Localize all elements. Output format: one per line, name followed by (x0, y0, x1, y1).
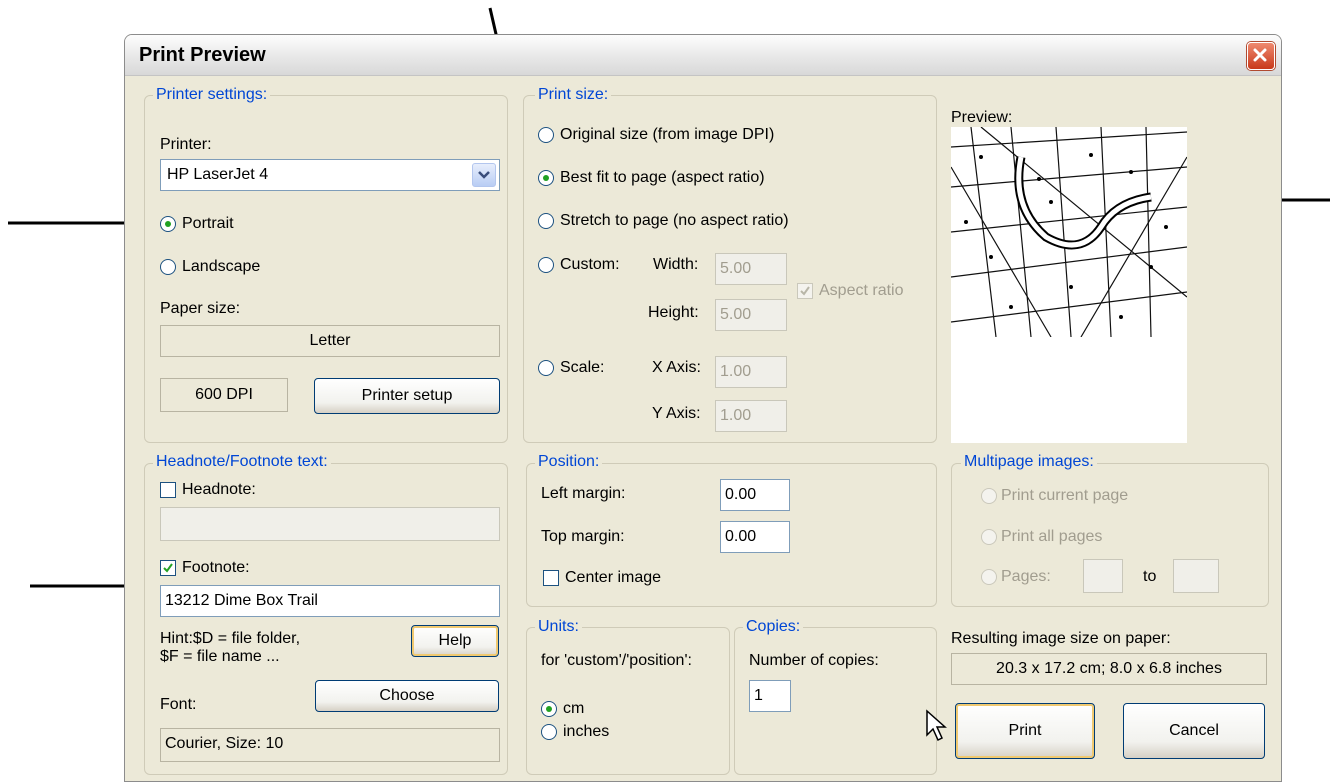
print-preview-dialog: Print Preview Printer settings: Printer:… (124, 34, 1282, 782)
stretch-label: Stretch to page (no aspect ratio) (560, 212, 789, 229)
x-axis-label: X Axis: (652, 359, 701, 376)
map-thumbnail (950, 126, 1188, 338)
printer-dropdown-value: HP LaserJet 4 (167, 166, 269, 183)
preview-image (950, 126, 1188, 443)
footnote-label: Footnote: (182, 559, 250, 576)
multipage-legend: Multipage images: (961, 453, 1097, 471)
print-all-pages-label: Print all pages (1001, 528, 1103, 545)
headnote-checkbox[interactable] (160, 482, 176, 498)
choose-font-button[interactable]: Choose (315, 680, 499, 712)
result-label: Resulting image size on paper: (951, 630, 1171, 647)
width-input[interactable]: 5.00 (715, 253, 787, 285)
close-icon (1253, 48, 1267, 62)
to-label: to (1143, 568, 1157, 585)
printer-dropdown[interactable]: HP LaserJet 4 (160, 159, 500, 191)
printer-label: Printer: (160, 136, 212, 153)
font-value: Courier, Size: 10 (160, 728, 500, 762)
aspect-ratio-checkbox[interactable] (797, 283, 813, 299)
hint-line-1: Hint:$D = file folder, (160, 630, 301, 647)
height-input[interactable]: 5.00 (715, 299, 787, 331)
help-button[interactable]: Help (411, 625, 499, 657)
cm-label: cm (563, 700, 585, 717)
position-legend: Position: (535, 453, 603, 471)
pages-from-input[interactable] (1083, 559, 1123, 593)
custom-label: Custom: (560, 256, 620, 273)
original-size-label: Original size (from image DPI) (560, 126, 775, 143)
custom-radio[interactable] (538, 257, 554, 273)
best-fit-radio[interactable] (538, 170, 554, 186)
print-current-page-radio[interactable] (981, 488, 997, 504)
headnote-input[interactable] (160, 507, 500, 541)
paper-size-label: Paper size: (160, 300, 241, 317)
mouse-cursor-icon (926, 709, 947, 742)
headnote-label: Headnote: (182, 481, 256, 498)
aspect-ratio-label: Aspect ratio (819, 282, 904, 299)
best-fit-label: Best fit to page (aspect ratio) (560, 169, 765, 186)
hint-line-2: $F = file name ... (160, 648, 280, 665)
checkmark-icon (163, 563, 173, 573)
cancel-button[interactable]: Cancel (1123, 703, 1265, 759)
preview-label: Preview: (951, 109, 1013, 126)
landscape-radio[interactable] (160, 259, 176, 275)
inches-radio[interactable] (541, 724, 557, 740)
footnote-input[interactable]: 13212 Dime Box Trail (160, 585, 500, 617)
print-size-legend: Print size: (535, 86, 612, 104)
inches-label: inches (563, 723, 610, 740)
paper-size-value: Letter (160, 325, 500, 357)
units-group (526, 627, 730, 775)
top-margin-input[interactable]: 0.00 (720, 521, 790, 553)
left-margin-input[interactable]: 0.00 (720, 479, 790, 511)
close-button[interactable] (1247, 42, 1275, 70)
print-all-pages-radio[interactable] (981, 529, 997, 545)
stretch-radio[interactable] (538, 213, 554, 229)
result-value: 20.3 x 17.2 cm; 8.0 x 6.8 inches (951, 653, 1267, 685)
y-axis-input[interactable]: 1.00 (715, 400, 787, 432)
title-bar: Print Preview (125, 35, 1281, 76)
number-of-copies-input[interactable]: 1 (749, 680, 791, 712)
scale-label: Scale: (560, 359, 605, 376)
original-size-radio[interactable] (538, 127, 554, 143)
cm-radio[interactable] (541, 701, 557, 717)
center-image-checkbox[interactable] (543, 570, 559, 586)
font-label: Font: (160, 696, 197, 713)
copies-legend: Copies: (743, 618, 804, 636)
printer-settings-legend: Printer settings: (153, 86, 271, 104)
pages-label: Pages: (1001, 568, 1051, 585)
checkmark-icon (800, 286, 810, 296)
printer-setup-button[interactable]: Printer setup (314, 378, 500, 414)
printer-dropdown-button[interactable] (472, 163, 496, 187)
window-title: Print Preview (139, 44, 266, 66)
width-label: Width: (653, 256, 699, 273)
units-for-label: for 'custom'/'position': (541, 652, 692, 669)
y-axis-label: Y Axis: (652, 405, 701, 422)
print-current-page-label: Print current page (1001, 487, 1129, 504)
height-label: Height: (648, 304, 699, 321)
footnote-checkbox[interactable] (160, 560, 176, 576)
center-image-label: Center image (565, 569, 662, 586)
left-margin-label: Left margin: (541, 485, 626, 502)
portrait-label: Portrait (182, 215, 234, 232)
dpi-value: 600 DPI (160, 378, 288, 412)
number-of-copies-label: Number of copies: (749, 652, 879, 669)
chevron-down-icon (478, 171, 490, 179)
scale-radio[interactable] (538, 360, 554, 376)
landscape-label: Landscape (182, 258, 261, 275)
pages-range-radio[interactable] (981, 569, 997, 585)
x-axis-input[interactable]: 1.00 (715, 356, 787, 388)
units-legend: Units: (535, 618, 582, 636)
headnote-footnote-legend: Headnote/Footnote text: (153, 453, 331, 471)
pages-to-input[interactable] (1173, 559, 1219, 593)
portrait-radio[interactable] (160, 216, 176, 232)
print-button[interactable]: Print (955, 703, 1095, 759)
top-margin-label: Top margin: (541, 528, 625, 545)
